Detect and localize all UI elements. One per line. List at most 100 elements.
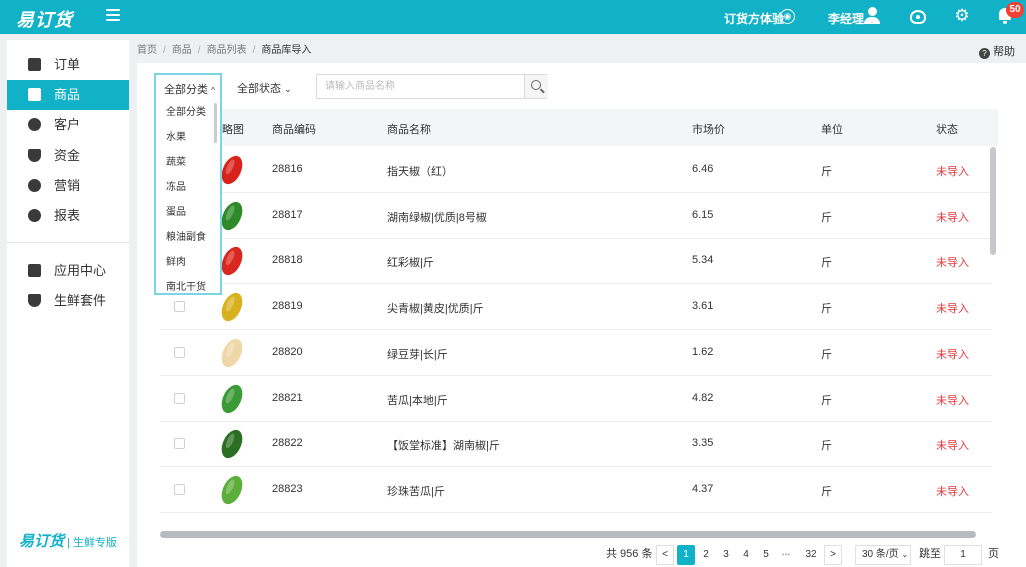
product-name: 指天椒（红） bbox=[387, 166, 453, 178]
sidebar-item-label: 客户 bbox=[54, 117, 81, 132]
product-code: 28818 bbox=[272, 254, 303, 266]
table-header: 略图 商品编码 商品名称 市场价 单位 状态 bbox=[160, 109, 998, 146]
import-status: 未导入 bbox=[936, 395, 969, 407]
sidebar-item-orders[interactable]: 订单 bbox=[7, 50, 129, 80]
footer-edition: | 生鲜专版 bbox=[67, 537, 117, 549]
page-size-select[interactable]: 30 条/页 ⌄ bbox=[855, 545, 911, 565]
page-button[interactable]: 5 bbox=[757, 545, 775, 565]
category-filter[interactable]: 全部分类 ^ bbox=[154, 73, 222, 99]
breadcrumb-current: 商品库导入 bbox=[261, 45, 312, 56]
dropdown-option[interactable]: 粮油副食 bbox=[166, 228, 206, 243]
import-status: 未导入 bbox=[936, 303, 969, 315]
jump-page-input[interactable]: 1 bbox=[944, 545, 982, 565]
chevron-down-icon: ⌄ bbox=[901, 550, 909, 559]
sidebar-footer: 易订货 | 生鲜专版 bbox=[19, 530, 117, 551]
table-row[interactable]: 28820 绿豆芽|长|斤 1.62 斤 未导入 bbox=[160, 330, 992, 376]
dropdown-option[interactable]: 水果 bbox=[166, 128, 186, 143]
app-logo[interactable]: 易订货 bbox=[16, 6, 73, 32]
breadcrumb-goods[interactable]: 商品 bbox=[172, 45, 192, 56]
sidebar-item-goods[interactable]: 商品 bbox=[7, 80, 129, 110]
experience-icon[interactable]: ◉ bbox=[780, 9, 795, 24]
sidebar-item-customers[interactable]: 客户 bbox=[7, 110, 129, 140]
user-name[interactable]: 李经理 bbox=[828, 10, 864, 27]
breadcrumb-home[interactable]: 首页 bbox=[137, 45, 157, 56]
sidebar-item-label: 应用中心 bbox=[54, 263, 107, 278]
page-prev-button[interactable]: < bbox=[656, 545, 674, 565]
table-row[interactable]: 28822 【饭堂标准】湖南椒|斤 3.35 斤 未导入 bbox=[160, 421, 992, 467]
search-icon[interactable] bbox=[524, 75, 548, 98]
jump-label: 跳至 bbox=[919, 548, 941, 560]
sidebar-item-funds[interactable]: 资金 bbox=[7, 141, 129, 171]
import-status: 未导入 bbox=[936, 257, 969, 269]
product-unit: 斤 bbox=[821, 440, 832, 452]
category-filter-label: 全部分类 bbox=[164, 84, 208, 96]
gear-icon[interactable]: ⚙ bbox=[954, 7, 970, 24]
col-price: 市场价 bbox=[692, 124, 725, 136]
col-name: 商品名称 bbox=[387, 124, 431, 136]
preview-icon[interactable] bbox=[910, 10, 926, 24]
market-price: 6.46 bbox=[692, 163, 714, 175]
sidebar-item-marketing[interactable]: 营销 bbox=[7, 171, 129, 201]
category-dropdown: 全部分类 水果 蔬菜 冻品 蛋品 粮油副食 鲜肉 南北干货 bbox=[154, 97, 222, 295]
col-unit: 单位 bbox=[821, 124, 843, 136]
sidebar-item-app-center[interactable]: 应用中心 bbox=[7, 256, 129, 286]
sidebar-item-fresh-kit[interactable]: 生鲜套件 bbox=[7, 286, 129, 316]
sidebar-item-label: 报表 bbox=[54, 208, 81, 223]
menu-toggle-icon[interactable] bbox=[106, 9, 120, 21]
status-filter[interactable]: 全部状态 ⌄ bbox=[237, 80, 292, 96]
breadcrumb: 首页 / 商品 / 商品列表 / 商品库导入 bbox=[137, 45, 312, 56]
dropdown-option[interactable]: 鲜肉 bbox=[166, 253, 186, 268]
product-code: 28817 bbox=[272, 209, 303, 221]
page-next-button[interactable]: > bbox=[824, 545, 842, 565]
product-code: 28820 bbox=[272, 346, 303, 358]
product-unit: 斤 bbox=[821, 395, 832, 407]
dropdown-option[interactable]: 蔬菜 bbox=[166, 153, 186, 168]
import-status: 未导入 bbox=[936, 486, 969, 498]
product-code: 28822 bbox=[272, 437, 303, 449]
page-button[interactable]: 3 bbox=[717, 545, 735, 565]
sidebar-item-reports[interactable]: 报表 bbox=[7, 201, 129, 231]
product-name: 红彩椒|斤 bbox=[387, 257, 434, 269]
row-checkbox[interactable] bbox=[174, 484, 185, 495]
table-row[interactable]: 28818 红彩椒|斤 5.34 斤 未导入 bbox=[160, 238, 992, 284]
goods-icon bbox=[28, 88, 41, 101]
horizontal-scrollbar[interactable] bbox=[160, 531, 976, 538]
vertical-scrollbar[interactable] bbox=[990, 147, 996, 255]
dropdown-scrollbar[interactable] bbox=[214, 103, 217, 143]
help-link[interactable]: ? 帮助 bbox=[979, 43, 1015, 59]
market-price: 5.34 bbox=[692, 254, 714, 266]
row-checkbox[interactable] bbox=[174, 393, 185, 404]
product-thumbnail bbox=[217, 381, 247, 417]
fresh-kit-icon bbox=[28, 294, 41, 307]
fund-icon bbox=[28, 149, 41, 162]
product-unit: 斤 bbox=[821, 212, 832, 224]
marketing-icon bbox=[28, 179, 41, 192]
table-row[interactable]: 28816 指天椒（红） 6.46 斤 未导入 bbox=[160, 147, 992, 193]
product-name: 湖南绿椒|优质|8号椒 bbox=[387, 212, 487, 224]
dropdown-option[interactable]: 冻品 bbox=[166, 178, 186, 193]
row-checkbox[interactable] bbox=[174, 438, 185, 449]
page-button[interactable]: 32 bbox=[802, 545, 820, 565]
dropdown-option[interactable]: 南北干货 bbox=[166, 278, 206, 293]
table-row[interactable]: 28823 珍珠苦瓜|斤 4.37 斤 未导入 bbox=[160, 467, 992, 513]
page-button[interactable]: 4 bbox=[737, 545, 755, 565]
user-icon[interactable] bbox=[864, 7, 880, 25]
row-checkbox[interactable] bbox=[174, 301, 185, 312]
notification-badge[interactable]: 50 bbox=[1006, 2, 1024, 18]
table-row[interactable]: 28819 尖青椒|黄皮|优质|斤 3.61 斤 未导入 bbox=[160, 284, 992, 330]
page-button[interactable]: 2 bbox=[697, 545, 715, 565]
search-input[interactable] bbox=[317, 75, 524, 98]
import-status: 未导入 bbox=[936, 166, 969, 178]
market-price: 1.62 bbox=[692, 346, 714, 358]
table-row[interactable]: 28817 湖南绿椒|优质|8号椒 6.15 斤 未导入 bbox=[160, 193, 992, 239]
dropdown-option[interactable]: 全部分类 bbox=[166, 103, 206, 118]
row-checkbox[interactable] bbox=[174, 347, 185, 358]
product-unit: 斤 bbox=[821, 486, 832, 498]
product-unit: 斤 bbox=[821, 349, 832, 361]
table-row[interactable]: 28821 苦瓜|本地|斤 4.82 斤 未导入 bbox=[160, 376, 992, 422]
page-button[interactable]: 1 bbox=[677, 545, 695, 565]
experience-link[interactable]: 订货方体验 bbox=[724, 10, 784, 27]
breadcrumb-list[interactable]: 商品列表 bbox=[207, 45, 247, 56]
page-ellipsis[interactable]: ••• bbox=[777, 545, 795, 565]
dropdown-option[interactable]: 蛋品 bbox=[166, 203, 186, 218]
